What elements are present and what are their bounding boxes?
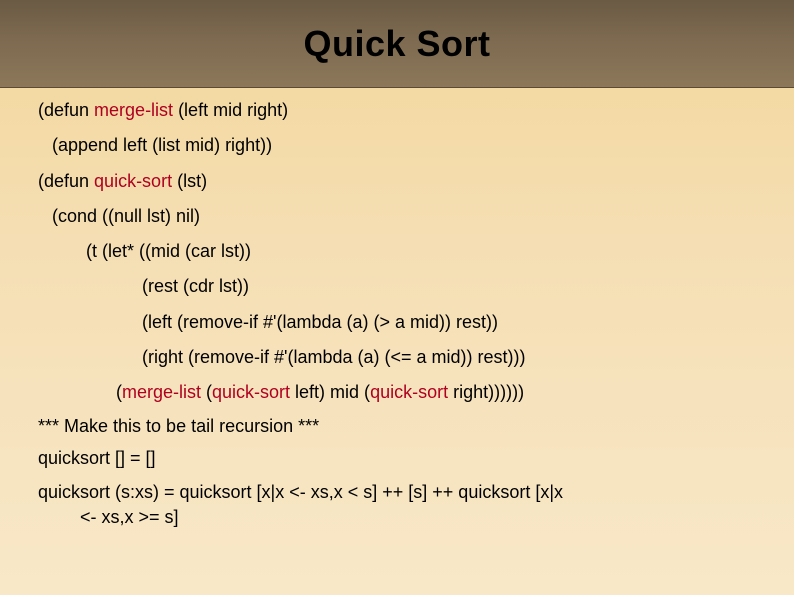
code-line-2: (append left (list mid) right)) [38, 133, 756, 157]
text: (rest (cdr lst)) [142, 276, 249, 296]
text: right)))))) [448, 382, 524, 402]
fn-call-quick-sort-1: quick-sort [212, 382, 290, 402]
text: (left (remove-if #'(lambda (a) (> a mid)… [142, 312, 498, 332]
code-line-4: (cond ((null lst) nil) [38, 204, 756, 228]
code-line-7: (left (remove-if #'(lambda (a) (> a mid)… [38, 310, 756, 334]
haskell-line-1: quicksort [] = [] [38, 448, 756, 469]
fn-name-quick-sort: quick-sort [94, 171, 172, 191]
tail-recursion-note: *** Make this to be tail recursion *** [38, 416, 756, 437]
code-line-9: (merge-list (quick-sort left) mid (quick… [38, 380, 756, 404]
text: (cond ((null lst) nil) [52, 206, 200, 226]
fn-name-merge-list: merge-list [94, 100, 173, 120]
text: left) mid ( [290, 382, 370, 402]
page-title: Quick Sort [303, 23, 490, 65]
code-line-8: (right (remove-if #'(lambda (a) (<= a mi… [38, 345, 756, 369]
text: (defun [38, 100, 94, 120]
code-line-6: (rest (cdr lst)) [38, 274, 756, 298]
text: (right (remove-if #'(lambda (a) (<= a mi… [142, 347, 526, 367]
fn-call-quick-sort-2: quick-sort [370, 382, 448, 402]
text: (t (let* ((mid (car lst)) [86, 241, 251, 261]
code-line-5: (t (let* ((mid (car lst)) [38, 239, 756, 263]
text: quicksort (s:xs) = quicksort [x|x <- xs,… [38, 482, 563, 502]
text: ( [201, 382, 212, 402]
haskell-line-2: quicksort (s:xs) = quicksort [x|x <- xs,… [38, 480, 756, 530]
title-bar: Quick Sort [0, 0, 794, 88]
text: (append left (list mid) right)) [52, 135, 272, 155]
text: (lst) [172, 171, 207, 191]
slide-content: (defun merge-list (left mid right) (appe… [0, 88, 794, 530]
fn-call-merge-list: merge-list [122, 382, 201, 402]
code-line-3: (defun quick-sort (lst) [38, 169, 756, 193]
text: (defun [38, 171, 94, 191]
text-continuation: <- xs,x >= s] [38, 505, 756, 530]
text: (left mid right) [173, 100, 288, 120]
code-line-1: (defun merge-list (left mid right) [38, 98, 756, 122]
